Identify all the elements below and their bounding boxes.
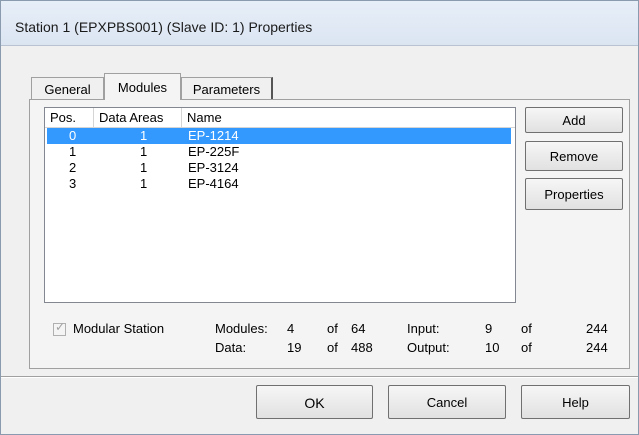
- add-button[interactable]: Add: [525, 107, 623, 133]
- input-of: of: [521, 321, 532, 336]
- column-header-pos[interactable]: Pos.: [45, 108, 94, 127]
- row-data-areas: 1: [140, 128, 148, 143]
- list-row[interactable]: 1 1 EP-225F: [47, 144, 511, 160]
- row-pos: 2: [69, 160, 77, 175]
- list-header: Pos. Data Areas Name: [45, 108, 515, 128]
- row-data-areas: 1: [140, 176, 148, 191]
- modules-of: of: [327, 321, 338, 336]
- modular-station-checkbox[interactable]: ✓: [53, 320, 66, 336]
- window-title: Station 1 (EPXPBS001) (Slave ID: 1) Prop…: [15, 19, 313, 35]
- ok-button[interactable]: OK: [256, 385, 373, 419]
- modules-value: 4: [287, 321, 295, 336]
- modules-list[interactable]: Pos. Data Areas Name 0 1 EP-1214 1 1 EP-…: [44, 107, 516, 303]
- modular-station-label: Modular Station: [73, 321, 165, 336]
- list-row[interactable]: 2 1 EP-3124: [47, 160, 511, 176]
- remove-button[interactable]: Remove: [525, 141, 623, 171]
- data-max: 488: [351, 340, 373, 355]
- row-name: EP-225F: [188, 144, 240, 159]
- tab-modules[interactable]: Modules: [104, 73, 181, 100]
- column-header-name[interactable]: Name: [182, 108, 515, 127]
- row-pos: 3: [69, 176, 77, 191]
- row-data-areas: 1: [140, 160, 148, 175]
- title-bar[interactable]: Station 1 (EPXPBS001) (Slave ID: 1) Prop…: [1, 1, 638, 46]
- input-value: 9: [485, 321, 493, 336]
- modules-label: Modules:: [215, 321, 268, 336]
- list-row-selected[interactable]: 0 1 EP-1214: [47, 128, 511, 144]
- properties-button[interactable]: Properties: [525, 178, 623, 210]
- footer-divider: [1, 376, 638, 378]
- data-of: of: [327, 340, 338, 355]
- row-pos: 1: [69, 144, 77, 159]
- row-name: EP-3124: [188, 160, 239, 175]
- modules-tab-panel: Pos. Data Areas Name 0 1 EP-1214 1 1 EP-…: [29, 99, 630, 369]
- check-mark-icon: ✓: [55, 320, 66, 334]
- dialog-body: General Modules Parameters Pos. Data Are…: [1, 46, 638, 434]
- row-name: EP-1214: [188, 128, 239, 143]
- properties-dialog: Station 1 (EPXPBS001) (Slave ID: 1) Prop…: [0, 0, 639, 435]
- output-value: 10: [485, 340, 500, 355]
- input-label: Input:: [407, 321, 440, 336]
- input-max: 244: [586, 321, 608, 336]
- row-pos: 0: [69, 128, 77, 143]
- modules-max: 64: [351, 321, 366, 336]
- output-label: Output:: [407, 340, 450, 355]
- cancel-button[interactable]: Cancel: [388, 385, 506, 419]
- row-name: EP-4164: [188, 176, 239, 191]
- help-button[interactable]: Help: [521, 385, 630, 419]
- data-label: Data:: [215, 340, 247, 355]
- list-row[interactable]: 3 1 EP-4164: [47, 176, 511, 192]
- data-value: 19: [287, 340, 302, 355]
- tab-general[interactable]: General: [31, 77, 104, 99]
- row-data-areas: 1: [140, 144, 148, 159]
- tab-parameters[interactable]: Parameters: [181, 77, 273, 99]
- output-of: of: [521, 340, 532, 355]
- column-header-data-areas[interactable]: Data Areas: [94, 108, 182, 127]
- output-max: 244: [586, 340, 608, 355]
